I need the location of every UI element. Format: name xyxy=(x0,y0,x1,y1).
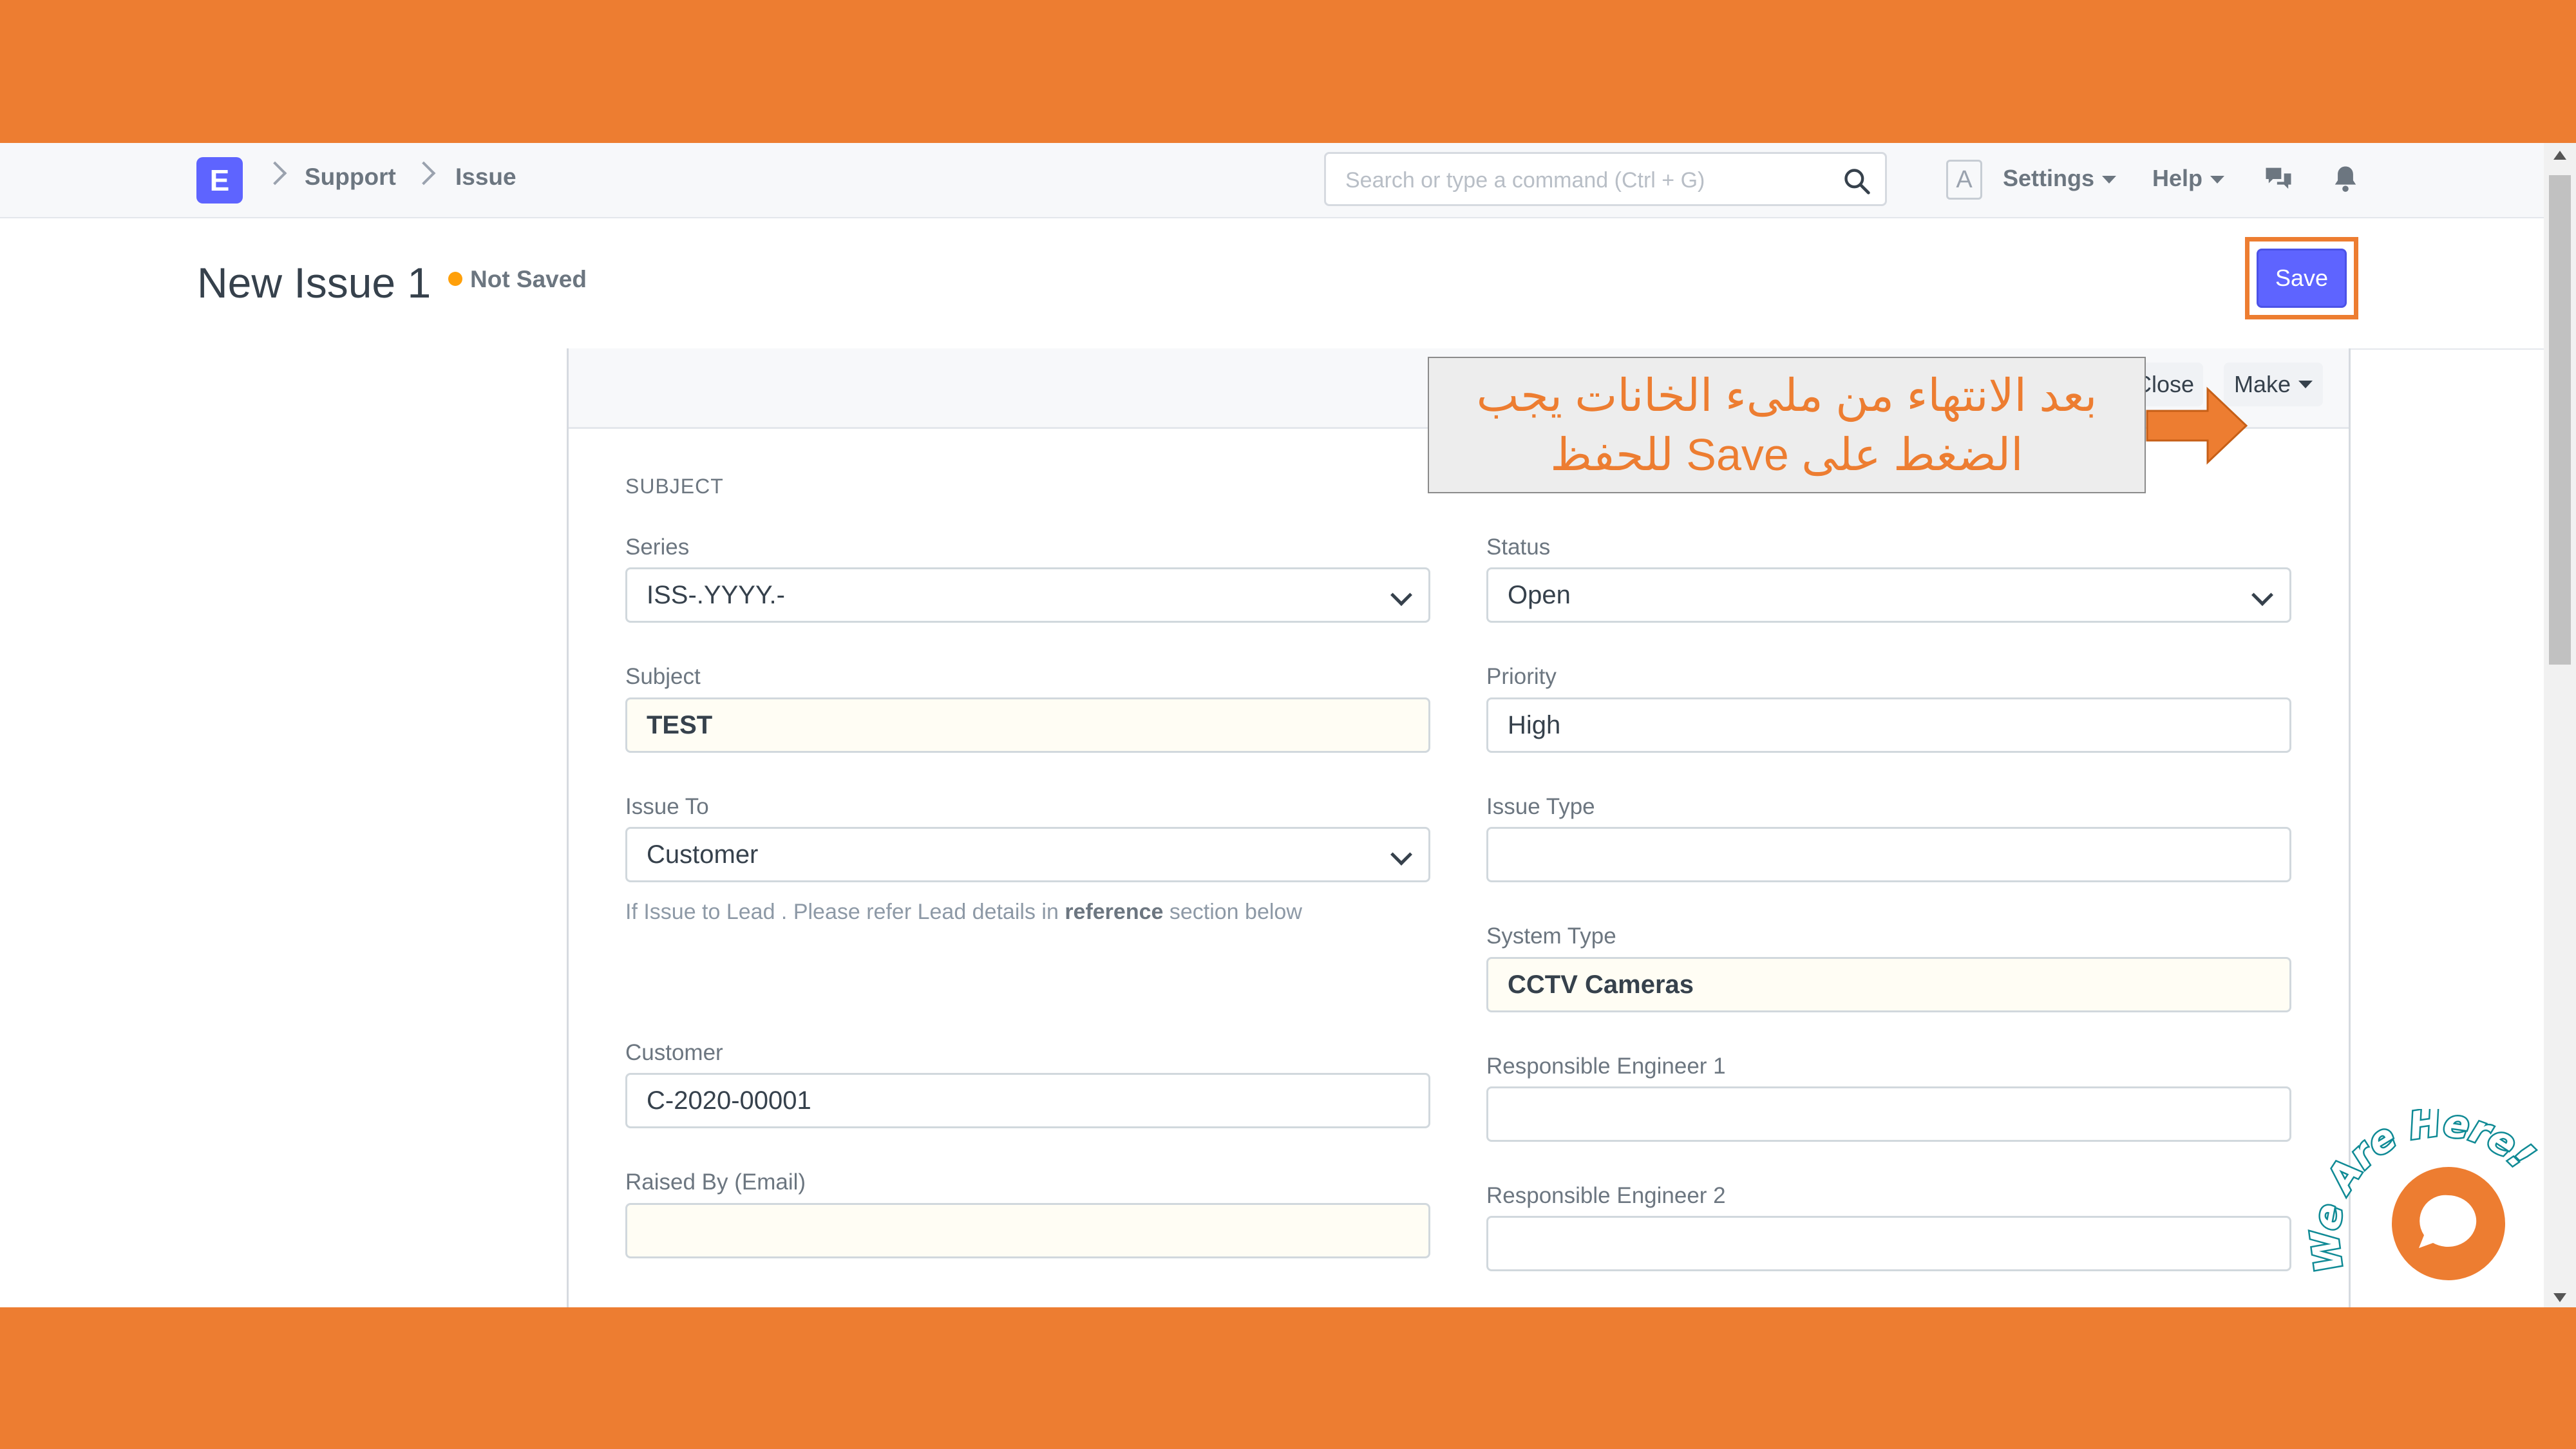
series-select[interactable]: ISS-.YYYY.- xyxy=(625,567,1430,623)
engineer-2-label: Responsible Engineer 2 xyxy=(1486,1183,1726,1208)
notification-bell-icon[interactable] xyxy=(2329,162,2362,196)
issue-type-label: Issue Type xyxy=(1486,794,1595,819)
help-menu[interactable]: Help xyxy=(2152,165,2225,192)
search-input[interactable]: Search or type a command (Ctrl + G) xyxy=(1324,152,1887,206)
app-logo[interactable]: E xyxy=(196,157,243,204)
issue-type-input[interactable] xyxy=(1486,827,2291,882)
save-button[interactable]: Save xyxy=(2257,249,2347,308)
app-window: E Support Issue Search or type a command… xyxy=(0,143,2576,1307)
arrow-right-icon xyxy=(2146,386,2248,465)
system-type-input[interactable]: CCTV Cameras xyxy=(1486,957,2291,1012)
status-value: Open xyxy=(1508,581,1571,609)
help-text-suffix: section below xyxy=(1163,900,1302,924)
help-text-bold: reference xyxy=(1065,900,1164,924)
user-avatar[interactable]: A xyxy=(1946,160,1982,200)
status-select[interactable]: Open xyxy=(1486,567,2291,623)
issue-to-label: Issue To xyxy=(625,794,709,819)
status-indicator: Not Saved xyxy=(448,266,587,293)
section-heading: SUBJECT xyxy=(625,475,724,498)
search-icon[interactable] xyxy=(1842,167,1871,195)
subject-label: Subject xyxy=(625,664,701,689)
raised-by-label: Raised By (Email) xyxy=(625,1170,806,1195)
status-label: Status xyxy=(1486,535,1551,560)
page-title: New Issue 1 xyxy=(197,259,431,307)
settings-menu[interactable]: Settings xyxy=(2003,165,2117,192)
status-dot-icon xyxy=(448,272,462,287)
chat-icon[interactable] xyxy=(2262,162,2295,196)
form-sidebar xyxy=(0,348,567,1307)
save-highlight-frame: Save xyxy=(2245,237,2358,319)
issue-to-help: If Issue to Lead . Please refer Lead det… xyxy=(625,900,1302,925)
engineer-1-label: Responsible Engineer 1 xyxy=(1486,1054,1726,1079)
customer-label: Customer xyxy=(625,1040,723,1065)
raised-by-input[interactable] xyxy=(625,1203,1430,1258)
annotation-line-1: بعد الانتهاء من ملىء الخانات يجب xyxy=(1476,370,2098,421)
caret-down-icon xyxy=(2102,176,2117,184)
engineer-2-input[interactable] xyxy=(1486,1216,2291,1271)
priority-label: Priority xyxy=(1486,664,1557,689)
navbar: E Support Issue Search or type a command… xyxy=(0,143,2544,218)
search-placeholder: Search or type a command (Ctrl + G) xyxy=(1345,168,1705,193)
caret-down-icon xyxy=(2298,381,2313,388)
page-head: New Issue 1 Not Saved Save xyxy=(0,218,2544,350)
chevron-down-icon xyxy=(2251,584,2273,606)
help-text-prefix: If Issue to Lead . Please refer Lead det… xyxy=(625,900,1065,924)
issue-to-value: Customer xyxy=(647,840,759,869)
chevron-down-icon xyxy=(1390,844,1412,866)
chat-bubble-icon xyxy=(2419,1195,2477,1248)
customer-input[interactable]: C-2020-00001 xyxy=(625,1073,1430,1128)
series-label: Series xyxy=(625,535,690,560)
subject-input[interactable]: TEST xyxy=(625,697,1430,753)
chat-launcher-button[interactable] xyxy=(2392,1167,2505,1280)
caret-down-icon xyxy=(2210,176,2225,184)
issue-to-select[interactable]: Customer xyxy=(625,827,1430,882)
engineer-1-input[interactable] xyxy=(1486,1086,2291,1142)
slide-frame-bottom xyxy=(0,1307,2576,1449)
scrollbar-thumb[interactable] xyxy=(2549,175,2571,665)
series-value: ISS-.YYYY.- xyxy=(647,581,785,609)
settings-label: Settings xyxy=(2003,165,2095,191)
system-type-label: System Type xyxy=(1486,923,1616,949)
annotation-line-2: الضغط على Save للحفظ xyxy=(1550,430,2023,480)
scroll-up-arrow-icon[interactable] xyxy=(2553,151,2566,160)
breadcrumb-issue[interactable]: Issue xyxy=(455,164,516,191)
slide-frame-top xyxy=(0,0,2576,143)
annotation-callout: بعد الانتهاء من ملىء الخانات يجب الضغط ع… xyxy=(1428,357,2146,493)
help-label: Help xyxy=(2152,165,2203,191)
breadcrumb-support[interactable]: Support xyxy=(305,164,396,191)
chevron-down-icon xyxy=(1390,584,1412,606)
breadcrumb-chevron-icon xyxy=(263,161,287,185)
priority-input[interactable]: High xyxy=(1486,697,2291,753)
status-text: Not Saved xyxy=(470,266,587,292)
breadcrumb-chevron-icon xyxy=(412,161,436,185)
